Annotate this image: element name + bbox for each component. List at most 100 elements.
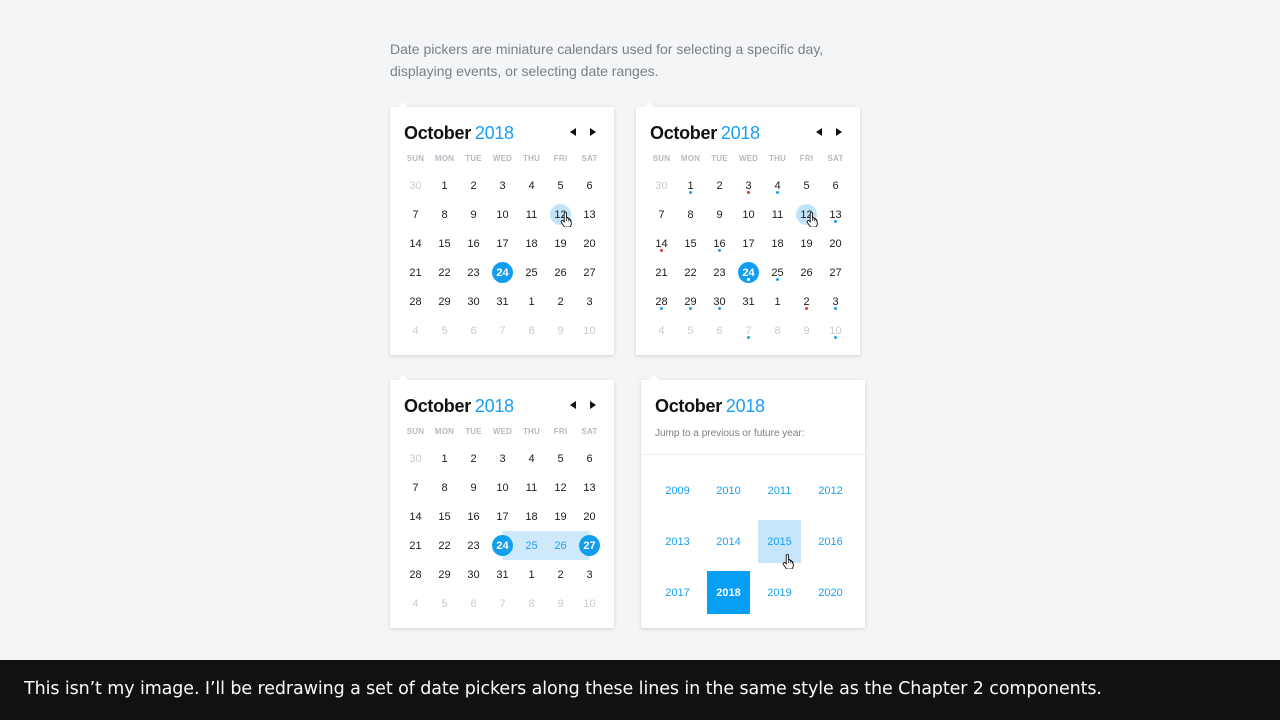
year-label[interactable]: 2018 <box>721 123 760 143</box>
day-cell[interactable]: 4 <box>517 171 546 200</box>
day-cell[interactable]: 2 <box>459 171 488 200</box>
day-cell[interactable]: 9 <box>459 200 488 229</box>
day-cell[interactable]: 28 <box>401 287 430 316</box>
day-cell[interactable]: 29 <box>676 287 705 316</box>
day-cell[interactable]: 1 <box>517 287 546 316</box>
day-cell[interactable]: 9 <box>546 589 575 618</box>
day-cell[interactable]: 7 <box>734 316 763 345</box>
day-cell[interactable]: 8 <box>517 589 546 618</box>
day-cell[interactable]: 13 <box>575 200 604 229</box>
day-cell[interactable]: 6 <box>459 589 488 618</box>
month-year-header[interactable]: October 2018 <box>404 123 514 144</box>
day-cell[interactable]: 3 <box>575 560 604 589</box>
year-option[interactable]: 2014 <box>707 520 750 563</box>
day-cell[interactable]: 29 <box>430 287 459 316</box>
day-cell[interactable]: 14 <box>401 229 430 258</box>
day-cell[interactable]: 9 <box>705 200 734 229</box>
day-cell[interactable]: 10 <box>575 316 604 345</box>
day-cell[interactable]: 17 <box>488 502 517 531</box>
year-option[interactable]: 2016 <box>809 520 852 563</box>
day-cell[interactable]: 8 <box>676 200 705 229</box>
day-cell[interactable]: 3 <box>488 171 517 200</box>
day-cell[interactable]: 25 <box>517 531 546 560</box>
day-cell[interactable]: 16 <box>459 229 488 258</box>
day-cell[interactable]: 3 <box>734 171 763 200</box>
year-option[interactable]: 2010 <box>707 469 750 512</box>
day-cell[interactable]: 24 <box>734 258 763 287</box>
day-cell[interactable]: 4 <box>401 589 430 618</box>
day-cell[interactable]: 19 <box>792 229 821 258</box>
day-cell[interactable]: 2 <box>546 287 575 316</box>
day-cell[interactable]: 2 <box>705 171 734 200</box>
day-cell[interactable]: 30 <box>401 171 430 200</box>
day-cell[interactable]: 13 <box>821 200 850 229</box>
day-cell[interactable]: 30 <box>459 287 488 316</box>
day-cell[interactable]: 1 <box>676 171 705 200</box>
day-cell[interactable]: 18 <box>517 502 546 531</box>
day-cell[interactable]: 6 <box>821 171 850 200</box>
day-cell[interactable]: 26 <box>546 258 575 287</box>
day-cell[interactable]: 21 <box>401 258 430 287</box>
next-month-icon[interactable] <box>590 401 596 409</box>
day-cell[interactable]: 30 <box>705 287 734 316</box>
day-cell[interactable]: 6 <box>459 316 488 345</box>
day-cell[interactable]: 7 <box>647 200 676 229</box>
day-cell[interactable]: 31 <box>488 287 517 316</box>
day-cell[interactable]: 3 <box>488 444 517 473</box>
day-cell[interactable]: 6 <box>575 171 604 200</box>
day-cell[interactable]: 2 <box>459 444 488 473</box>
day-cell[interactable]: 17 <box>488 229 517 258</box>
day-cell[interactable]: 25 <box>763 258 792 287</box>
day-cell[interactable]: 27 <box>575 258 604 287</box>
day-cell[interactable]: 22 <box>430 258 459 287</box>
prev-month-icon[interactable] <box>570 401 576 409</box>
day-cell[interactable]: 28 <box>647 287 676 316</box>
day-cell[interactable]: 1 <box>517 560 546 589</box>
year-option[interactable]: 2011 <box>758 469 801 512</box>
day-cell[interactable]: 11 <box>517 200 546 229</box>
day-cell[interactable]: 20 <box>821 229 850 258</box>
day-cell[interactable]: 12 <box>546 473 575 502</box>
day-cell[interactable]: 8 <box>517 316 546 345</box>
day-cell[interactable]: 4 <box>647 316 676 345</box>
day-cell[interactable]: 18 <box>517 229 546 258</box>
day-cell[interactable]: 26 <box>546 531 575 560</box>
day-cell[interactable]: 31 <box>734 287 763 316</box>
day-cell[interactable]: 15 <box>430 502 459 531</box>
year-option[interactable]: 2015 <box>758 520 801 570</box>
day-cell[interactable]: 23 <box>459 531 488 560</box>
year-option[interactable]: 2019 <box>758 571 801 614</box>
year-option[interactable]: 2012 <box>809 469 852 512</box>
day-cell[interactable]: 19 <box>546 502 575 531</box>
day-cell[interactable]: 20 <box>575 502 604 531</box>
day-cell[interactable]: 8 <box>430 473 459 502</box>
day-cell[interactable]: 7 <box>488 316 517 345</box>
day-cell[interactable]: 12 <box>546 200 575 229</box>
day-cell[interactable]: 19 <box>546 229 575 258</box>
day-cell[interactable]: 30 <box>647 171 676 200</box>
day-cell[interactable]: 16 <box>459 502 488 531</box>
day-cell[interactable]: 9 <box>792 316 821 345</box>
day-cell[interactable]: 9 <box>546 316 575 345</box>
day-cell[interactable]: 5 <box>676 316 705 345</box>
day-cell[interactable]: 10 <box>488 473 517 502</box>
year-option[interactable]: 2013 <box>656 520 699 563</box>
day-cell[interactable]: 1 <box>430 171 459 200</box>
next-month-icon[interactable] <box>836 128 842 136</box>
month-year-header[interactable]: October 2018 <box>404 396 514 417</box>
day-cell[interactable]: 10 <box>734 200 763 229</box>
day-cell[interactable]: 23 <box>459 258 488 287</box>
year-label[interactable]: 2018 <box>726 396 765 416</box>
day-cell[interactable]: 24 <box>488 531 517 560</box>
day-cell[interactable]: 24 <box>488 258 517 287</box>
day-cell[interactable]: 21 <box>647 258 676 287</box>
day-cell[interactable]: 4 <box>517 444 546 473</box>
day-cell[interactable]: 12 <box>792 200 821 229</box>
day-cell[interactable]: 10 <box>575 589 604 618</box>
day-cell[interactable]: 1 <box>430 444 459 473</box>
day-cell[interactable]: 23 <box>705 258 734 287</box>
day-cell[interactable]: 7 <box>401 473 430 502</box>
day-cell[interactable]: 8 <box>763 316 792 345</box>
year-option[interactable]: 2017 <box>656 571 699 614</box>
day-cell[interactable]: 6 <box>575 444 604 473</box>
